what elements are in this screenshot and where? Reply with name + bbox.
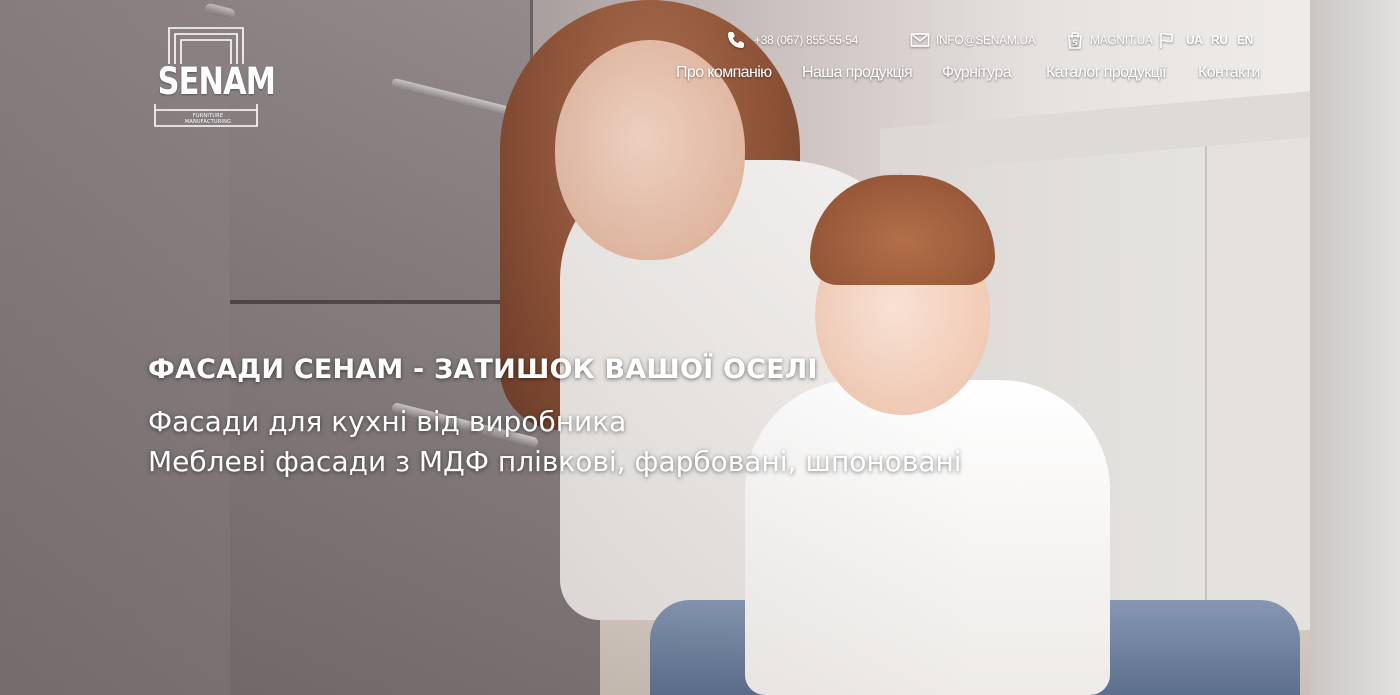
nav-item-hardware[interactable]: Фурнітура: [942, 64, 1012, 82]
flag-icon: [1160, 32, 1173, 48]
phone-number: +38 (067) 855-55-54: [754, 33, 859, 47]
email-link[interactable]: INFO@SENAM.UA: [910, 29, 1036, 51]
language-en[interactable]: EN: [1237, 29, 1253, 51]
shop-link[interactable]: S MAGNIT.UA: [1066, 29, 1153, 51]
site-logo[interactable]: SENAM FURNITURE MANUFACTURING: [147, 26, 276, 128]
nav-item-about[interactable]: Про компанію: [676, 64, 772, 82]
nav-item-catalog[interactable]: Каталог продукції: [1046, 64, 1167, 82]
language-switcher: [1158, 29, 1176, 51]
nav-item-products[interactable]: Наша продукція: [802, 64, 913, 82]
phone-link[interactable]: +38 (067) 855-55-54: [726, 29, 858, 51]
shopping-bag-icon: S: [1068, 32, 1082, 49]
hero-subtitle-line-1: Фасади для кухні від виробника: [148, 405, 627, 438]
logo-tagline: FURNITURE MANUFACTURING: [184, 113, 232, 125]
hero-subtitle-line-2: Меблеві фасади з МДФ плівкові, фарбовані…: [148, 445, 962, 478]
language-ru[interactable]: RU: [1211, 29, 1228, 51]
shop-name: MAGNIT.UA: [1090, 33, 1153, 47]
main-navigation: Про компанію Наша продукція Фурнітура Ка…: [676, 64, 1266, 88]
svg-text:S: S: [1072, 39, 1078, 48]
hero-text: ФАСАДИ СЕНАМ - ЗАТИШОК ВАШОЇ ОСЕЛІ Фасад…: [148, 350, 1048, 482]
top-contact-bar: +38 (067) 855-55-54 INFO@SENAM.UA S MAGN…: [726, 29, 1256, 51]
hero-banner: SENAM FURNITURE MANUFACTURING +38 (067) …: [0, 0, 1400, 695]
language-ua[interactable]: UA: [1186, 29, 1203, 51]
phone-icon: [728, 32, 744, 48]
logo-wordmark: SENAM: [157, 60, 276, 103]
envelope-icon: [910, 33, 930, 47]
nav-item-contacts[interactable]: Контакти: [1198, 64, 1260, 82]
hero-title: ФАСАДИ СЕНАМ - ЗАТИШОК ВАШОЇ ОСЕЛІ: [148, 354, 818, 385]
email-address: INFO@SENAM.UA: [936, 33, 1036, 47]
